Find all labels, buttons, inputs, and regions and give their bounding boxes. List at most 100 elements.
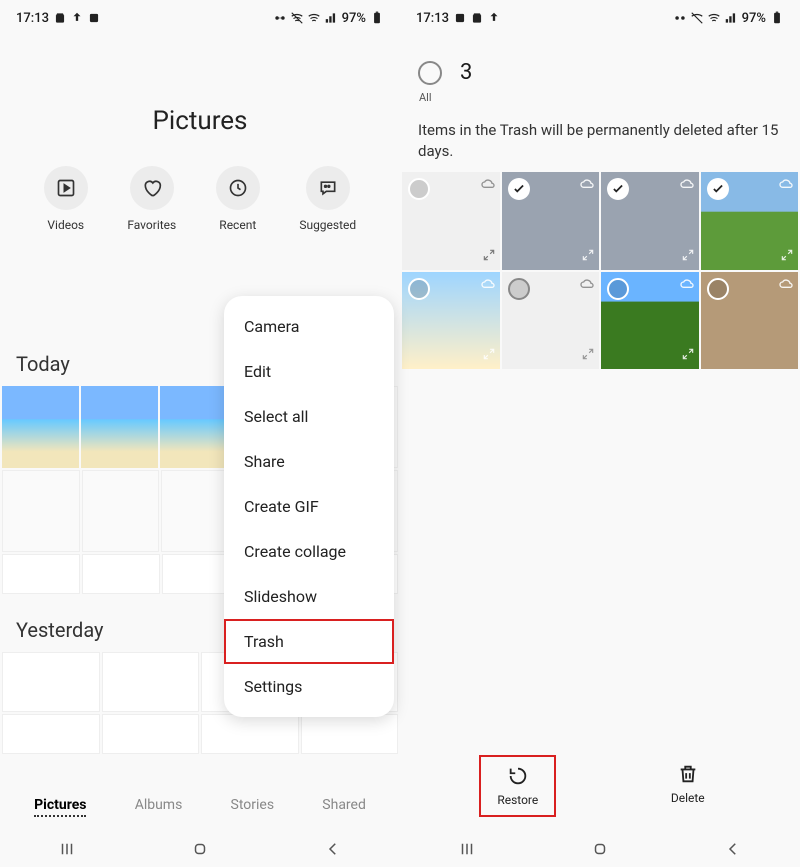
item-checkbox[interactable] (607, 278, 629, 300)
cloud-icon (480, 176, 496, 196)
expand-icon (681, 346, 695, 365)
item-checkbox[interactable] (408, 278, 430, 300)
tab-stories[interactable]: Stories (231, 797, 275, 817)
cloud-icon (778, 176, 794, 196)
restore-icon (507, 765, 529, 787)
category-row: Videos Favorites Recent Suggested (0, 166, 400, 232)
thumbnail[interactable] (2, 714, 100, 754)
thumbnail[interactable] (102, 714, 200, 754)
battery-icon (370, 11, 384, 25)
play-square-icon (56, 178, 76, 198)
trash-item[interactable] (701, 172, 799, 270)
trash-item[interactable] (601, 172, 699, 270)
nav-home-icon[interactable] (591, 840, 609, 858)
nav-back-icon[interactable] (724, 840, 742, 858)
thumbnail[interactable] (2, 652, 100, 712)
category-label: Favorites (127, 218, 176, 232)
expand-icon (482, 247, 496, 266)
category-recent[interactable]: Recent (216, 166, 260, 232)
phone-left: 17:13 97% Pictures Videos Favo (0, 0, 400, 867)
action-bar: Restore Delete (400, 747, 800, 825)
clock-icon (228, 178, 248, 198)
trash-icon (677, 763, 699, 785)
category-label: Suggested (299, 218, 356, 232)
category-suggested[interactable]: Suggested (299, 166, 356, 232)
menu-item-slideshow[interactable]: Slideshow (224, 574, 394, 619)
trash-item[interactable] (701, 272, 799, 370)
expand-icon (681, 247, 695, 266)
delete-label: Delete (671, 791, 705, 805)
menu-item-camera[interactable]: Camera (224, 304, 394, 349)
item-checkbox[interactable] (707, 278, 729, 300)
status-time: 17:13 (16, 11, 49, 26)
battery-icon (770, 11, 784, 25)
nav-home-icon[interactable] (191, 840, 209, 858)
heart-icon (142, 178, 162, 198)
thumbnail[interactable] (81, 386, 158, 468)
select-all-checkbox[interactable] (418, 61, 442, 85)
thumbnail[interactable] (2, 470, 80, 552)
chat-icon (318, 178, 338, 198)
cloud-icon (679, 276, 695, 296)
status-right-icons (673, 11, 738, 25)
thumbnail[interactable] (102, 652, 200, 712)
nav-bar (0, 831, 400, 867)
tab-albums[interactable]: Albums (135, 797, 183, 817)
category-label: Videos (47, 218, 84, 232)
item-checkbox-checked[interactable] (607, 178, 629, 200)
nav-back-icon[interactable] (324, 840, 342, 858)
restore-button[interactable]: Restore (479, 755, 556, 817)
item-checkbox[interactable] (508, 278, 530, 300)
thumbnail[interactable] (82, 554, 160, 594)
trash-item[interactable] (601, 272, 699, 370)
expand-icon (780, 247, 794, 266)
menu-item-create-gif[interactable]: Create GIF (224, 484, 394, 529)
expand-icon (581, 247, 595, 266)
tab-pictures[interactable]: Pictures (34, 797, 86, 817)
category-videos[interactable]: Videos (44, 166, 88, 232)
menu-item-settings[interactable]: Settings (224, 664, 394, 709)
trash-item[interactable] (502, 172, 600, 270)
menu-item-trash[interactable]: Trash (224, 619, 394, 664)
category-favorites[interactable]: Favorites (127, 166, 176, 232)
trash-item[interactable] (502, 272, 600, 370)
restore-label: Restore (497, 793, 538, 807)
cloud-icon (679, 176, 695, 196)
item-checkbox-checked[interactable] (508, 178, 530, 200)
item-checkbox-checked[interactable] (707, 178, 729, 200)
status-battery: 97% (742, 11, 766, 26)
tab-shared[interactable]: Shared (322, 797, 366, 817)
trash-grid (400, 172, 800, 369)
cloud-icon (579, 176, 595, 196)
expand-icon (581, 346, 595, 365)
cloud-icon (778, 276, 794, 296)
trash-item[interactable] (402, 172, 500, 270)
nav-recents-icon[interactable] (58, 840, 76, 858)
status-battery: 97% (342, 11, 366, 26)
menu-item-select-all[interactable]: Select all (224, 394, 394, 439)
nav-recents-icon[interactable] (458, 840, 476, 858)
status-bar: 17:13 97% (400, 0, 800, 36)
thumbnail[interactable] (201, 714, 299, 754)
thumbnail[interactable] (2, 386, 79, 468)
thumbnail[interactable] (82, 470, 160, 552)
delete-button[interactable]: Delete (655, 755, 721, 817)
menu-item-create-collage[interactable]: Create collage (224, 529, 394, 574)
item-checkbox[interactable] (408, 178, 430, 200)
status-bar: 17:13 97% (0, 0, 400, 36)
trash-message: Items in the Trash will be permanently d… (400, 104, 800, 172)
thumbnail[interactable] (301, 714, 399, 754)
menu-item-edit[interactable]: Edit (224, 349, 394, 394)
cloud-icon (579, 276, 595, 296)
status-right-icons (273, 11, 338, 25)
overflow-menu: Camera Edit Select all Share Create GIF … (224, 296, 394, 717)
bottom-tabs: Pictures Albums Stories Shared (0, 787, 400, 831)
category-label: Recent (219, 218, 256, 232)
selection-header: 3 (400, 36, 800, 89)
expand-icon (482, 346, 496, 365)
trash-item[interactable] (402, 272, 500, 370)
selection-count: 3 (460, 60, 472, 85)
menu-item-share[interactable]: Share (224, 439, 394, 484)
thumbnail[interactable] (2, 554, 80, 594)
nav-bar (400, 831, 800, 867)
